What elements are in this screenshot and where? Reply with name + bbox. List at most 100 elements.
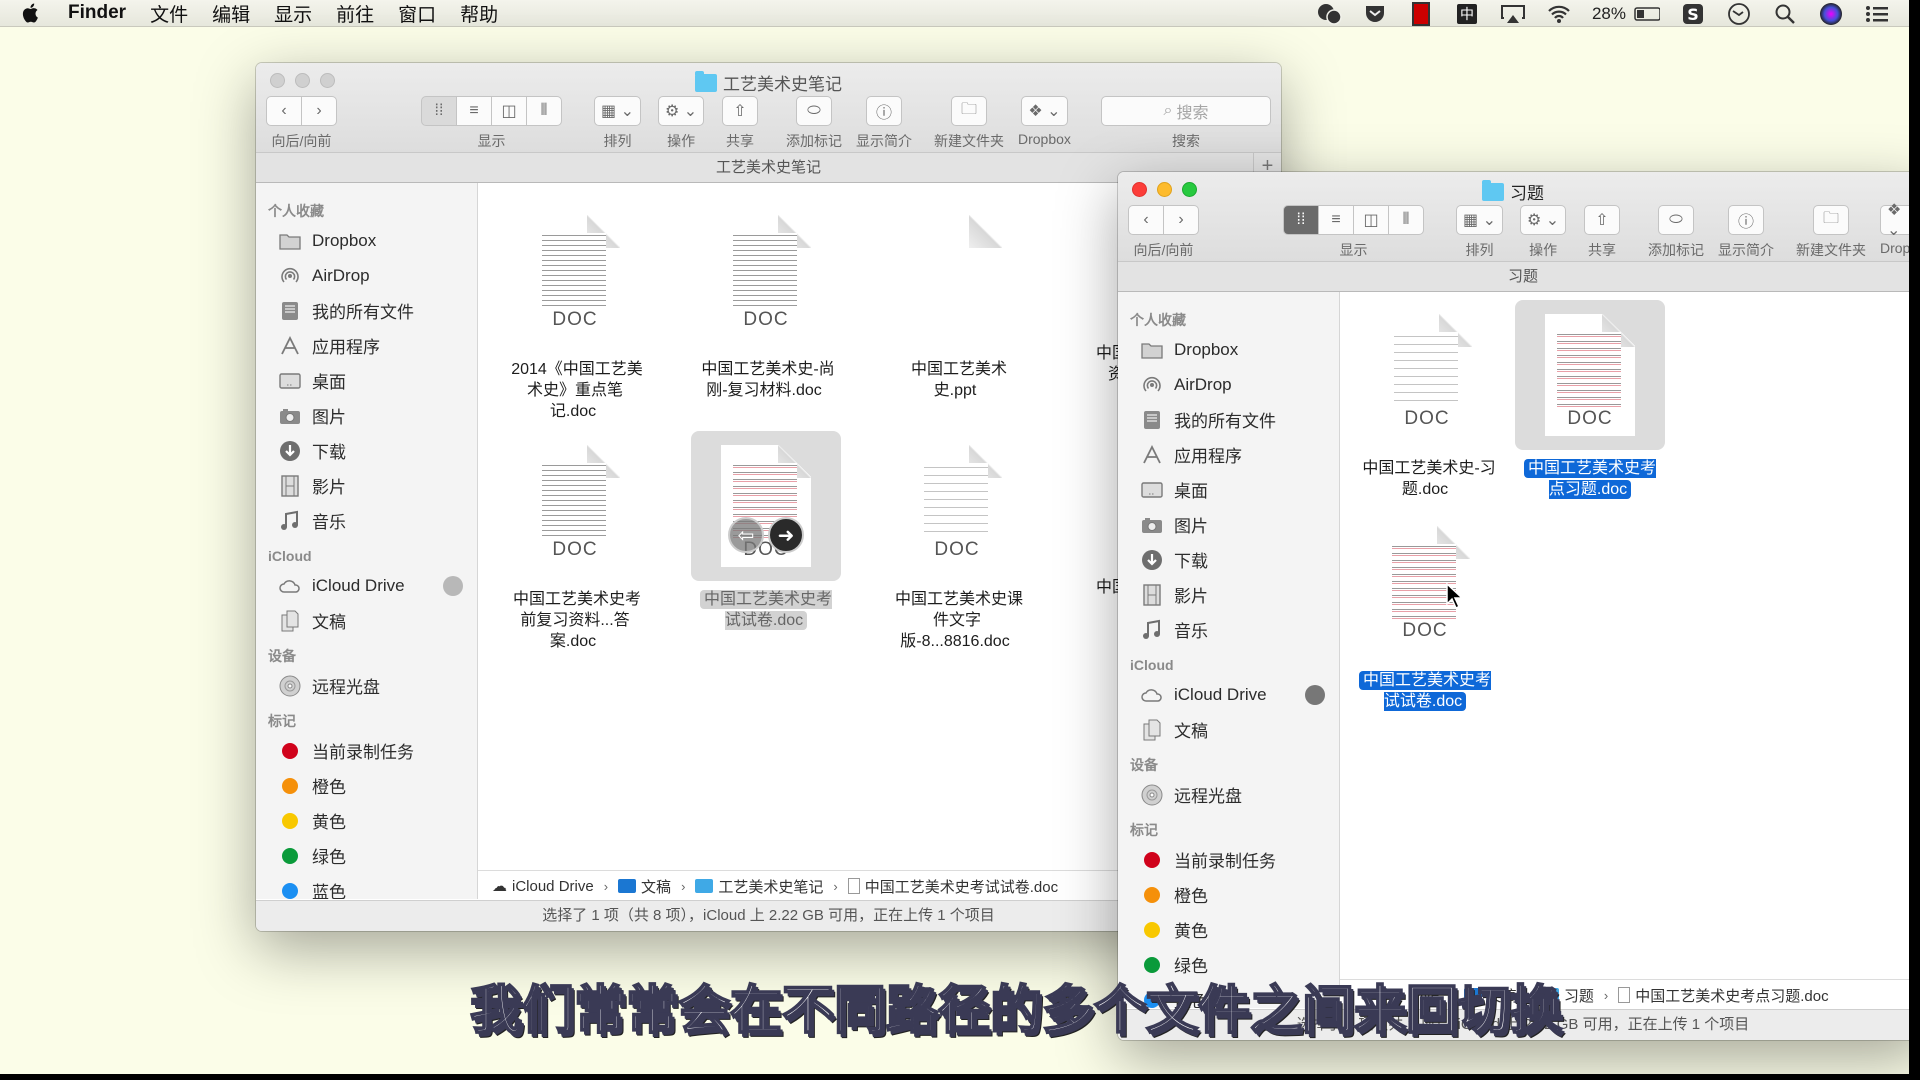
new-folder-button[interactable]: 🗀 [951, 96, 987, 126]
sidebar-tag[interactable]: 当前录制任务 [256, 733, 477, 768]
menu-edit[interactable]: 编辑 [212, 0, 250, 27]
get-info-button[interactable]: ⓘ [1728, 205, 1764, 235]
file-name[interactable]: 中国工艺美术史考试试卷.doc [691, 589, 841, 631]
sidebar-item-documents[interactable]: 文稿 [256, 603, 477, 638]
icon-view-button[interactable]: ⁞⁞ [1283, 205, 1319, 235]
sidebar-item-cloud[interactable]: iCloud Drive [1118, 677, 1339, 712]
menu-go[interactable]: 前往 [336, 0, 374, 27]
cover-flow-button[interactable]: ⫴ [1388, 205, 1424, 235]
icon-view-button[interactable]: ⁞⁞ [421, 96, 457, 126]
breadcrumb-item[interactable]: 工艺美术史笔记 [695, 876, 823, 897]
forward-button[interactable]: › [1163, 205, 1199, 235]
breadcrumb-item[interactable]: 中国工艺美术史考试试卷.doc [847, 876, 1058, 897]
back-button[interactable]: ‹ [266, 96, 302, 126]
sidebar-item-download[interactable]: 下载 [1118, 542, 1339, 577]
sidebar-item-desktop[interactable]: 桌面 [256, 363, 477, 398]
siri-icon[interactable] [1818, 2, 1844, 25]
sidebar-tag[interactable]: 当前录制任务 [1118, 842, 1339, 877]
file-name[interactable]: 中国工艺美术史课件文字版-8...8816.doc [882, 589, 1032, 652]
file-thumbnail[interactable]: DOC [1515, 300, 1665, 450]
file-name[interactable]: 中国工艺美术史.ppt [882, 359, 1032, 401]
file-thumbnail[interactable]: DOC [882, 431, 1032, 581]
menu-view[interactable]: 显示 [274, 0, 312, 27]
sidebar-item-music-note[interactable]: 音乐 [256, 503, 477, 538]
file-name[interactable]: 2014《中国工艺美术史》重点笔记.doc [500, 359, 650, 422]
add-tag-button[interactable]: ⬭ [796, 96, 832, 126]
add-tag-button[interactable]: ⬭ [1658, 205, 1694, 235]
battery-icon[interactable] [1634, 3, 1660, 25]
file-item[interactable]: DOC ⇦ ➜ 中国工艺美术史考试试卷.doc [691, 431, 841, 631]
video-record-icon[interactable] [1408, 1, 1434, 26]
sidebar-tag[interactable]: 绿色 [256, 838, 477, 873]
sidebar-item-camera[interactable]: 图片 [1118, 507, 1339, 542]
new-folder-button[interactable]: 🗀 [1813, 205, 1849, 235]
list-view-button[interactable]: ≡ [456, 96, 492, 126]
list-view-button[interactable]: ≡ [1318, 205, 1354, 235]
menu-finder[interactable]: Finder [68, 2, 126, 24]
column-view-button[interactable]: ◫ [491, 96, 527, 126]
wechat-icon[interactable] [1316, 3, 1342, 25]
file-item[interactable]: DOC 中国工艺美术史考试试卷.doc [1350, 512, 1500, 712]
file-thumbnail[interactable]: DOC [1352, 300, 1502, 450]
back-button[interactable]: ‹ [1128, 205, 1164, 235]
file-name[interactable]: 中国工艺美术史考前复习资料...答案.doc [500, 589, 650, 652]
sidebar-tag[interactable]: 蓝色 [256, 873, 477, 899]
arrange-button[interactable]: ▦ ⌄ [1456, 205, 1503, 235]
file-thumbnail[interactable]: DOC [500, 201, 650, 351]
file-item[interactable]: DOC 中国工艺美术史-尚刚-复习材料.doc [691, 201, 841, 401]
sidebar-tag[interactable]: 橙色 [1118, 877, 1339, 912]
menu-help[interactable]: 帮助 [460, 0, 498, 27]
sidebar-item-remote-disc[interactable]: 远程光盘 [256, 668, 477, 703]
file-name[interactable]: 中国工艺美术史-尚刚-复习材料.doc [691, 359, 841, 401]
sidebar-tag[interactable]: 橙色 [256, 768, 477, 803]
file-item[interactable]: 中国工艺美术史.ppt [882, 201, 1032, 401]
file-item[interactable]: DOC 中国工艺美术史考前复习资料...答案.doc [500, 431, 650, 652]
file-thumbnail[interactable]: DOC ⇦ ➜ [691, 431, 841, 581]
share-button[interactable]: ⇧ [1584, 205, 1620, 235]
get-info-button[interactable]: ⓘ [866, 96, 902, 126]
menu-window[interactable]: 窗口 [398, 0, 436, 27]
next-page-icon[interactable]: ➜ [768, 517, 804, 553]
file-item[interactable]: DOC 中国工艺美术史-习题.doc [1352, 300, 1502, 500]
column-view-button[interactable]: ◫ [1353, 205, 1389, 235]
sidebar-item-airdrop[interactable]: AirDrop [256, 258, 477, 293]
file-item[interactable]: DOC 2014《中国工艺美术史》重点笔记.doc [500, 201, 650, 422]
dropbox-button[interactable]: ❖ ⌄ [1021, 96, 1068, 126]
sidebar-item-all-files[interactable]: 我的所有文件 [1118, 402, 1339, 437]
file-name[interactable]: 中国工艺美术史考试试卷.doc [1350, 670, 1500, 712]
sidebar-item-all-files[interactable]: 我的所有文件 [256, 293, 477, 328]
airplay-icon[interactable] [1500, 3, 1526, 25]
sidebar-item-documents[interactable]: 文稿 [1118, 712, 1339, 747]
search-input[interactable]: ⌕ 搜索 [1101, 96, 1271, 126]
wifi-icon[interactable] [1546, 3, 1572, 25]
sidebar-tag[interactable]: 黄色 [1118, 912, 1339, 947]
breadcrumb-item[interactable]: 中国工艺美术史考点习题.doc [1618, 985, 1829, 1006]
sidebar-item-airdrop[interactable]: AirDrop [1118, 367, 1339, 402]
sidebar-item-cloud[interactable]: iCloud Drive [256, 568, 477, 603]
file-name[interactable]: 中国工艺美术史-习题.doc [1352, 458, 1502, 500]
breadcrumb-item[interactable]: 文稿 [618, 876, 671, 897]
sidebar-item-folder[interactable]: Dropbox [256, 223, 477, 258]
file-thumbnail[interactable] [882, 201, 1032, 351]
spotlight-icon[interactable] [1772, 3, 1798, 25]
file-item[interactable]: DOC 中国工艺美术史课件文字版-8...8816.doc [882, 431, 1032, 652]
sidebar-item-film[interactable]: 影片 [1118, 577, 1339, 612]
tab-title[interactable]: 习题 [1118, 261, 1920, 291]
sidebar-item-remote-disc[interactable]: 远程光盘 [1118, 777, 1339, 812]
sidebar-item-film[interactable]: 影片 [256, 468, 477, 503]
action-gear-button[interactable]: ⚙ ⌄ [1520, 205, 1567, 235]
apple-menu-icon[interactable] [20, 1, 42, 25]
menu-file[interactable]: 文件 [150, 0, 188, 27]
sidebar-item-applications[interactable]: 应用程序 [1118, 437, 1339, 472]
sidebar-item-music-note[interactable]: 音乐 [1118, 612, 1339, 647]
cover-flow-button[interactable]: ⫴ [526, 96, 562, 126]
sogou-icon[interactable]: S [1680, 3, 1706, 25]
sidebar-item-download[interactable]: 下载 [256, 433, 477, 468]
pocket-icon[interactable] [1362, 3, 1388, 25]
forward-button[interactable]: › [301, 96, 337, 126]
notification-center-icon[interactable] [1864, 3, 1890, 25]
share-button[interactable]: ⇧ [722, 96, 758, 126]
sidebar-item-camera[interactable]: 图片 [256, 398, 477, 433]
previous-page-icon[interactable]: ⇦ [728, 517, 764, 553]
file-thumbnail[interactable]: DOC [1350, 512, 1500, 662]
